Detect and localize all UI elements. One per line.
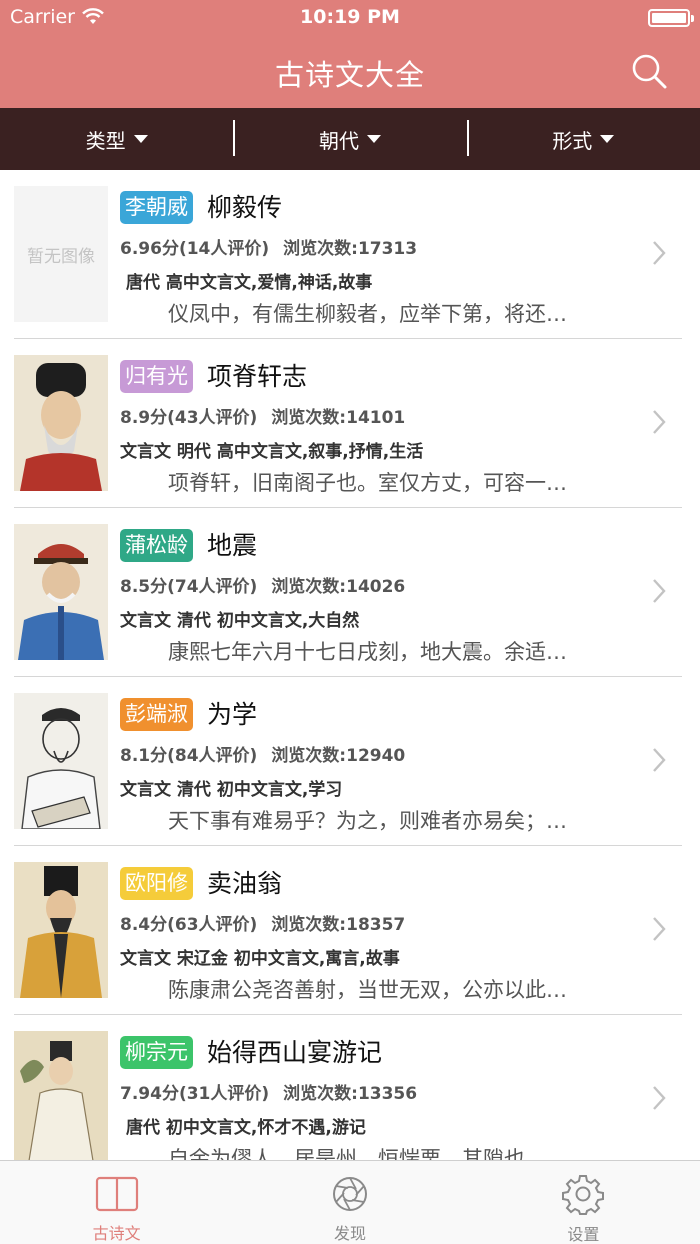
poem-tags: 文言文 宋辽金 初中文言文,寓言,故事 bbox=[120, 949, 400, 969]
list-item[interactable]: 归有光 项脊轩志 8.9分(43人评价) 浏览次数:14101 文言文 明代 高中… bbox=[0, 339, 700, 508]
poem-meta: 7.94分(31人评价) 浏览次数:13356 bbox=[120, 1079, 417, 1104]
author-thumbnail bbox=[14, 862, 108, 998]
poem-list: 暂无图像 李朝威 柳毅传 6.96分(14人评价) 浏览次数:17313 唐代 高… bbox=[0, 170, 700, 1160]
author-portrait-image bbox=[14, 524, 108, 660]
tab-bar: 古诗文 发现 设置 bbox=[0, 1160, 700, 1244]
poem-excerpt: 陈康肃公尧咨善射，当世无双，公亦以此… bbox=[168, 978, 567, 1002]
rating-text: 8.9分(43人评价) bbox=[120, 408, 258, 428]
poem-title: 柳毅传 bbox=[207, 193, 283, 222]
author-thumbnail bbox=[14, 355, 108, 491]
tab-discover-label: 发现 bbox=[333, 1224, 366, 1243]
rating-text: 8.5分(74人评价) bbox=[120, 577, 258, 597]
list-item[interactable]: 彭端淑 为学 8.1分(84人评价) 浏览次数:12940 文言文 清代 初中文言… bbox=[0, 677, 700, 846]
list-item[interactable]: 蒲松龄 地震 8.5分(74人评价) 浏览次数:14026 文言文 清代 初中文言… bbox=[0, 508, 700, 677]
poem-tags: 唐代 初中文言文,怀才不遇,游记 bbox=[126, 1118, 366, 1138]
battery-icon bbox=[648, 9, 694, 27]
list-item[interactable]: 欧阳修 卖油翁 8.4分(63人评价) 浏览次数:18357 文言文 宋辽金 初中… bbox=[0, 846, 700, 1015]
author-badge: 李朝威 bbox=[120, 191, 193, 224]
filter-form-label: 形式 bbox=[552, 128, 593, 153]
chevron-right-icon bbox=[653, 579, 666, 603]
author-portrait-image bbox=[14, 1031, 108, 1160]
author-badge: 归有光 bbox=[120, 360, 193, 393]
rating-text: 7.94分(31人评价) bbox=[120, 1084, 270, 1104]
poem-meta: 8.9分(43人评价) 浏览次数:14101 bbox=[120, 403, 405, 428]
view-count: 浏览次数:14026 bbox=[271, 577, 406, 597]
list-item[interactable]: 柳宗元 始得西山宴游记 7.94分(31人评价) 浏览次数:13356 唐代 初中… bbox=[0, 1015, 700, 1160]
chevron-right-icon bbox=[653, 1086, 666, 1110]
author-portrait-image bbox=[14, 862, 108, 998]
aperture-icon bbox=[327, 1173, 373, 1214]
poem-title: 始得西山宴游记 bbox=[207, 1038, 383, 1067]
search-button[interactable] bbox=[630, 52, 670, 92]
author-badge: 柳宗元 bbox=[120, 1036, 193, 1069]
author-thumbnail bbox=[14, 1031, 108, 1160]
clock: 10:19 PM bbox=[300, 6, 400, 28]
author-portrait-image bbox=[14, 693, 108, 829]
view-count: 浏览次数:17313 bbox=[283, 239, 418, 259]
chevron-right-icon bbox=[653, 241, 666, 265]
caret-down-icon bbox=[366, 135, 381, 143]
tab-discover[interactable]: 发现 bbox=[233, 1161, 466, 1244]
book-icon bbox=[94, 1173, 140, 1214]
tab-settings-label: 设置 bbox=[567, 1225, 600, 1244]
poem-title: 地震 bbox=[207, 531, 258, 560]
tab-poems[interactable]: 古诗文 bbox=[0, 1161, 233, 1244]
tab-settings[interactable]: 设置 bbox=[467, 1161, 700, 1244]
poem-excerpt: 天下事有难易乎？为之，则难者亦易矣；… bbox=[168, 809, 567, 833]
author-badge: 彭端淑 bbox=[120, 698, 193, 731]
rating-text: 6.96分(14人评价) bbox=[120, 239, 270, 259]
author-portrait-image bbox=[14, 355, 108, 491]
caret-down-icon bbox=[133, 135, 148, 143]
author-thumbnail bbox=[14, 693, 108, 829]
poem-tags: 文言文 清代 初中文言文,大自然 bbox=[120, 611, 360, 631]
search-icon bbox=[632, 54, 667, 89]
poem-meta: 6.96分(14人评价) 浏览次数:17313 bbox=[120, 234, 417, 259]
gear-icon bbox=[560, 1173, 606, 1215]
filter-type-dropdown[interactable]: 类型 bbox=[0, 108, 233, 170]
poem-tags: 文言文 清代 初中文言文,学习 bbox=[120, 780, 343, 800]
view-count: 浏览次数:14101 bbox=[271, 408, 406, 428]
poem-tags: 唐代 高中文言文,爱情,神话,故事 bbox=[126, 273, 373, 293]
poem-excerpt: 康熙七年六月十七日戌刻，地大震。余适… bbox=[168, 640, 567, 664]
poem-title: 为学 bbox=[207, 700, 258, 729]
author-thumbnail bbox=[14, 524, 108, 660]
poem-meta: 8.4分(63人评价) 浏览次数:18357 bbox=[120, 910, 405, 935]
filter-bar: 类型 朝代 形式 bbox=[0, 108, 700, 170]
poem-meta: 8.5分(74人评价) 浏览次数:14026 bbox=[120, 572, 405, 597]
filter-form-dropdown[interactable]: 形式 bbox=[466, 108, 700, 170]
chevron-right-icon bbox=[653, 917, 666, 941]
poem-title: 卖油翁 bbox=[207, 869, 283, 898]
author-badge: 蒲松龄 bbox=[120, 529, 193, 562]
no-image-placeholder: 暂无图像 bbox=[27, 246, 95, 267]
page-title: 古诗文大全 bbox=[274, 58, 425, 92]
rating-text: 8.1分(84人评价) bbox=[120, 746, 258, 766]
poem-tags: 文言文 明代 高中文言文,叙事,抒情,生活 bbox=[120, 442, 424, 462]
chevron-right-icon bbox=[653, 748, 666, 772]
poem-excerpt: 项脊轩，旧南阁子也。室仅方丈，可容一… bbox=[168, 471, 567, 495]
poem-title: 项脊轩志 bbox=[207, 362, 308, 391]
poem-excerpt: 仪凤中，有儒生柳毅者，应举下第，将还… bbox=[168, 302, 567, 326]
view-count: 浏览次数:12940 bbox=[271, 746, 406, 766]
list-item[interactable]: 暂无图像 李朝威 柳毅传 6.96分(14人评价) 浏览次数:17313 唐代 高… bbox=[0, 170, 700, 339]
filter-dynasty-label: 朝代 bbox=[318, 128, 359, 153]
view-count: 浏览次数:18357 bbox=[271, 915, 406, 935]
filter-type-label: 类型 bbox=[85, 128, 126, 153]
status-bar: Carrier 10:19 PM bbox=[0, 0, 700, 36]
author-thumbnail: 暂无图像 bbox=[14, 186, 108, 322]
poem-excerpt: 自余为僇人，居是州，恒惴栗。其隙也… bbox=[168, 1147, 546, 1160]
poem-meta: 8.1分(84人评价) 浏览次数:12940 bbox=[120, 741, 405, 766]
view-count: 浏览次数:13356 bbox=[283, 1084, 418, 1104]
tab-poems-label: 古诗文 bbox=[92, 1224, 141, 1243]
rating-text: 8.4分(63人评价) bbox=[120, 915, 258, 935]
caret-down-icon bbox=[600, 135, 615, 143]
chevron-right-icon bbox=[653, 410, 666, 434]
author-badge: 欧阳修 bbox=[120, 867, 193, 900]
filter-dynasty-dropdown[interactable]: 朝代 bbox=[233, 108, 466, 170]
nav-bar: 古诗文大全 bbox=[0, 36, 700, 108]
